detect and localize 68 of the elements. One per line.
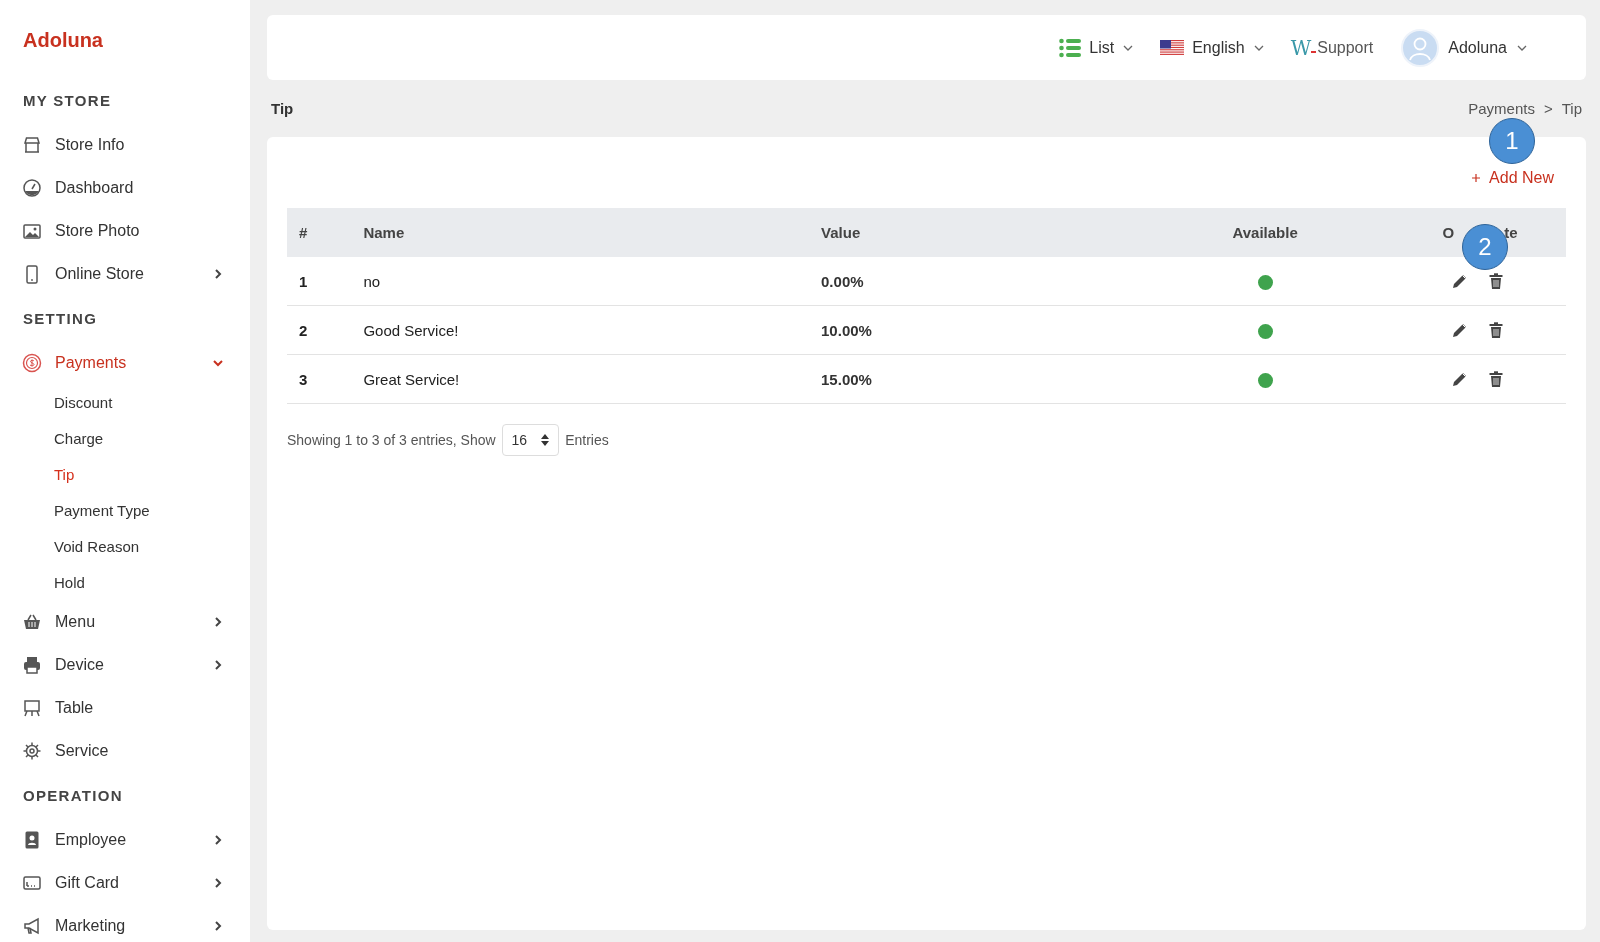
sidebar-subitem[interactable]: Void Reason [54, 528, 140, 564]
easel-icon [22, 697, 42, 718]
column-header: Value [820, 208, 1082, 257]
view-dropdown[interactable]: List [1059, 37, 1135, 58]
sidebar-item[interactable]: Dashboard [0, 166, 250, 209]
sidebar-item[interactable]: Service [0, 729, 250, 772]
trash-icon [1489, 273, 1504, 289]
breadcrumb-link[interactable]: Tip [1561, 100, 1582, 117]
column-header: Name [362, 208, 821, 257]
callout-badge: 1 [1489, 118, 1535, 164]
avatar-icon [1401, 28, 1440, 67]
table-cell: 3 [287, 354, 363, 404]
sidebar-item[interactable]: Table [0, 686, 250, 729]
column-header: O [1442, 224, 1455, 241]
flag-icon [1160, 39, 1185, 56]
brand-logo: Adoluna [22, 28, 103, 53]
table-cell: 10.00% [820, 305, 1082, 355]
table-cell: 2 [287, 305, 363, 355]
list-icon [1059, 37, 1082, 58]
column-header: # [287, 208, 363, 257]
sidebar-subitem[interactable]: Charge [54, 420, 104, 456]
sidebar-item[interactable]: Store Info [0, 123, 250, 166]
table-cell: no [362, 257, 821, 306]
section-heading: SETTING [23, 308, 98, 329]
sidebar-item[interactable]: Marketing [0, 904, 250, 942]
sidebar-item[interactable]: Menu [0, 600, 250, 643]
table-cell: 1 [287, 257, 363, 306]
sidebar-item[interactable]: Store Photo [0, 209, 250, 252]
sidebar-item[interactable]: Online Store [0, 252, 250, 295]
sidebar-item[interactable]: Employee [0, 818, 250, 861]
trash-icon [1489, 322, 1504, 338]
gauge-icon [22, 177, 42, 198]
page-title: Tip [271, 100, 294, 117]
plus-icon [1471, 173, 1482, 183]
delete-button[interactable] [1487, 369, 1506, 389]
gear-icon [22, 740, 42, 761]
table-cell: 15.00% [820, 354, 1082, 404]
pencil-icon [1452, 322, 1469, 338]
section-heading: OPERATION [23, 785, 123, 806]
table-cell: Great Service! [362, 354, 821, 404]
support-link[interactable]: W Support [1290, 35, 1374, 60]
dollar-circle-icon [22, 352, 42, 373]
delete-button[interactable] [1487, 320, 1506, 340]
page-size-select[interactable]: 16 [501, 424, 560, 456]
breadcrumb-link[interactable]: Payments [1468, 100, 1535, 117]
pencil-icon [1452, 371, 1469, 387]
table-cell: Good Service! [362, 305, 821, 355]
breadcrumb-separator: > [1543, 100, 1553, 117]
sidebar-subitem[interactable]: Hold [54, 564, 85, 600]
pencil-icon [1452, 273, 1469, 289]
language-dropdown[interactable]: English [1160, 38, 1265, 57]
sidebar-item[interactable]: Payments [0, 341, 250, 384]
entries-summary: Showing 1 to 3 of 3 entries, Show [287, 432, 496, 448]
sort-arrows-icon [541, 434, 550, 446]
sidebar-item[interactable]: Gift Card [0, 861, 250, 904]
printer-icon [22, 654, 42, 675]
sidebar-subitem[interactable]: Discount [54, 384, 113, 420]
megaphone-icon [22, 915, 42, 936]
table-cell: 0.00% [820, 257, 1082, 306]
sidebar-item[interactable]: Device [0, 643, 250, 686]
store-icon [22, 134, 42, 155]
user-menu[interactable]: Adoluna [1401, 28, 1528, 67]
sidebar-subitem[interactable]: Payment Type [54, 492, 150, 528]
trash-icon [1489, 371, 1504, 387]
section-heading: MY STORE [23, 90, 112, 111]
sidebar-subitem[interactable]: Tip [54, 456, 75, 492]
entries-label: Entries [565, 432, 609, 448]
delete-button[interactable] [1487, 271, 1506, 291]
